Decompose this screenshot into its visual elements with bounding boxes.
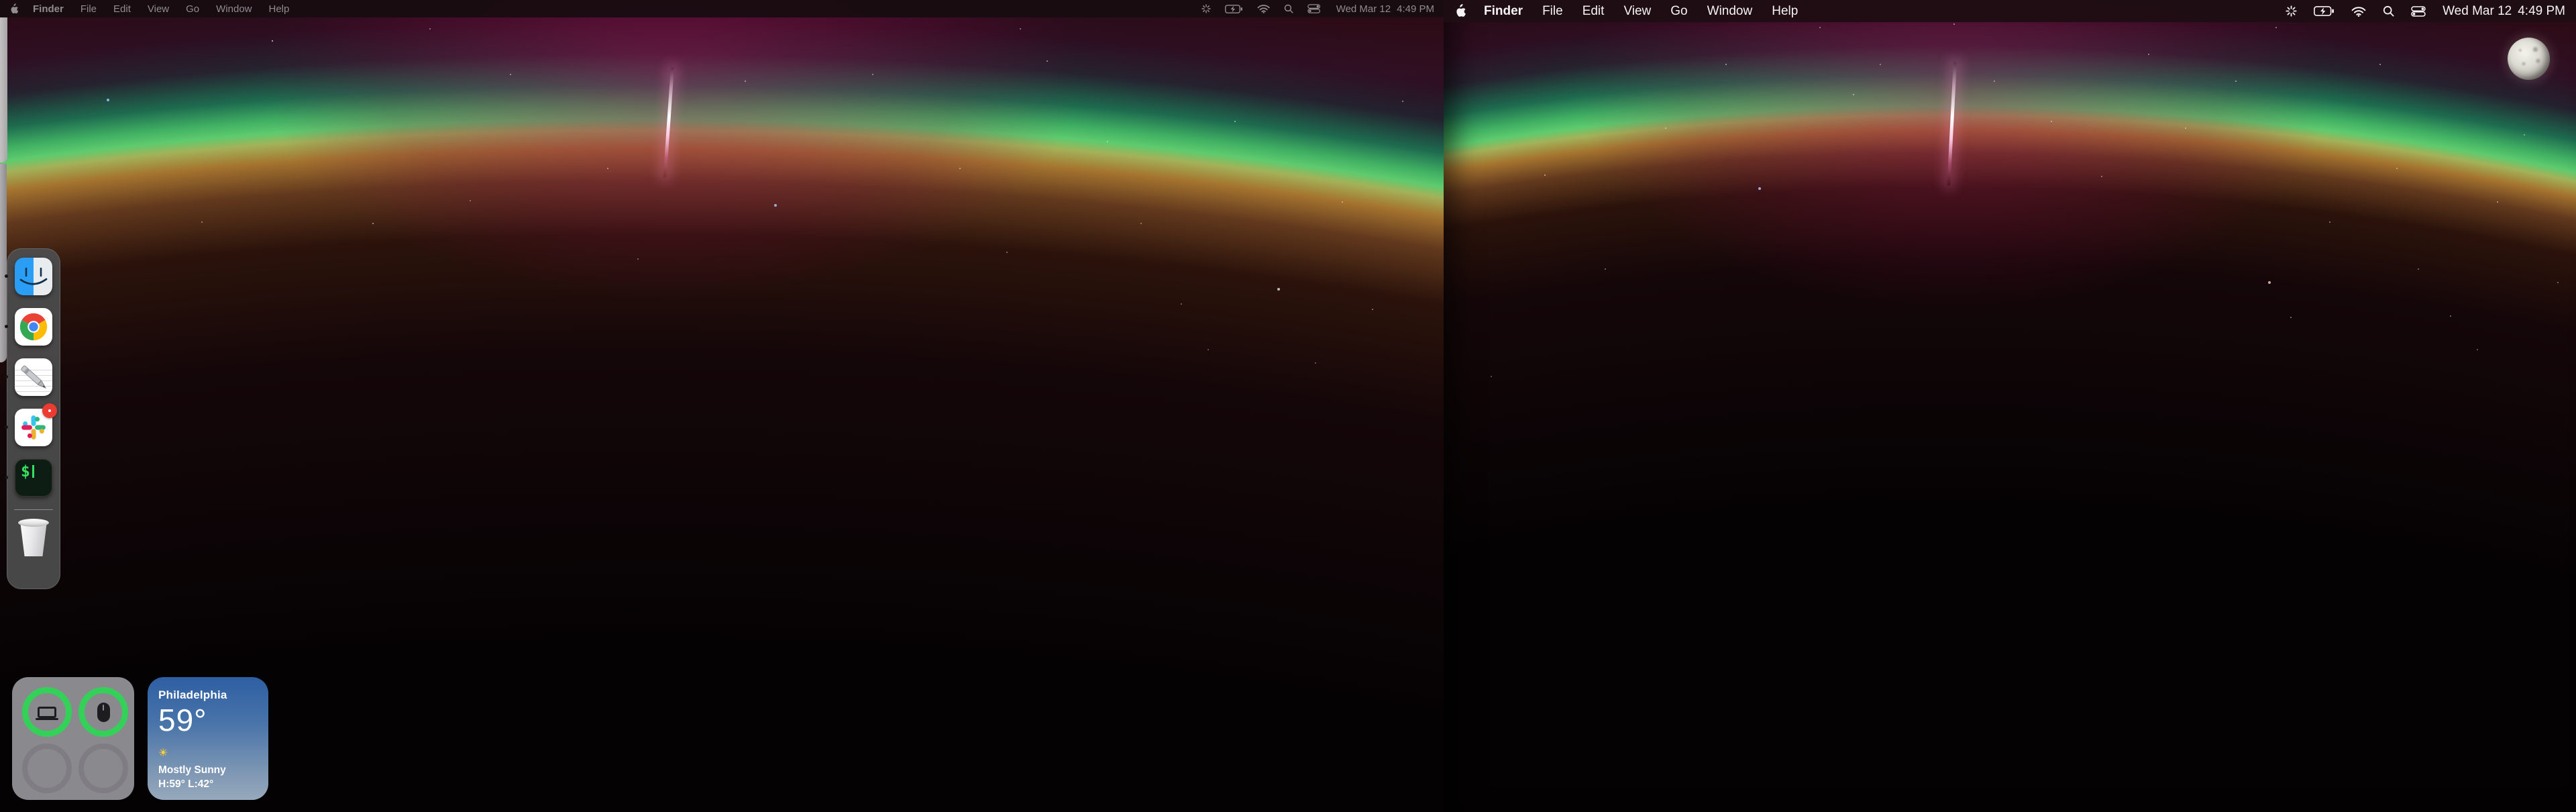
menu-bar-left-display: Finder File Edit View Go Window Help <box>0 0 1444 17</box>
battery-ring-empty <box>78 744 128 793</box>
menu-go[interactable]: Go <box>1670 4 1687 19</box>
wifi-icon[interactable] <box>1257 4 1270 13</box>
dock-item-chrome[interactable] <box>15 308 52 346</box>
battery-ring-laptop <box>22 687 72 737</box>
activity-spinner-icon[interactable] <box>2286 5 2297 17</box>
dock-item-terminal[interactable]: $ <box>15 459 52 497</box>
weather-high-low: H:59° L:42° <box>158 778 258 791</box>
menu-app-name[interactable]: Finder <box>33 3 64 15</box>
menu-window[interactable]: Window <box>216 3 252 15</box>
running-indicator <box>5 325 8 328</box>
menu-file[interactable]: File <box>80 3 97 15</box>
menu-view[interactable]: View <box>1623 4 1651 19</box>
trash-icon-rim <box>18 519 49 527</box>
finder-icon <box>15 258 52 295</box>
offscreen-window-edge[interactable] <box>0 17 7 162</box>
menu-help[interactable]: Help <box>269 3 290 15</box>
running-indicator <box>5 375 8 378</box>
clock-time: 4:49 PM <box>2518 4 2565 19</box>
menu-window[interactable]: Window <box>1707 4 1753 19</box>
aurora-beam <box>663 67 674 178</box>
menu-edit[interactable]: Edit <box>1582 4 1605 19</box>
sun-icon: ☀ <box>158 748 258 759</box>
moon-image <box>2508 38 2550 80</box>
terminal-prompt-text: $ <box>21 463 30 480</box>
weather-widget[interactable]: Philadelphia 59° ☀ Mostly Sunny H:59° L:… <box>148 677 268 800</box>
menu-bar-right-display: Finder File Edit View Go Window Help <box>1444 0 2576 22</box>
dock-item-slack[interactable] <box>15 409 52 446</box>
pen-icon <box>15 358 52 396</box>
menu-edit[interactable]: Edit <box>113 3 131 15</box>
control-center-icon[interactable] <box>1307 4 1320 13</box>
menu-bar-clock[interactable]: Wed Mar 12 4:49 PM <box>2443 4 2565 19</box>
spotlight-search-icon[interactable] <box>1284 4 1293 13</box>
menu-app-name[interactable]: Finder <box>1484 4 1523 19</box>
weather-temperature: 59° <box>158 704 258 736</box>
battery-ring-mouse <box>78 687 128 737</box>
display-left: Finder File Edit View Go Window Help <box>0 0 1444 812</box>
weather-city: Philadelphia <box>158 689 258 702</box>
dock: $ <box>7 248 60 589</box>
trash-icon-body <box>19 523 48 556</box>
activity-spinner-icon[interactable] <box>1201 4 1211 13</box>
control-center-icon[interactable] <box>2411 6 2426 17</box>
clock-date: Wed Mar 12 <box>1336 3 1391 15</box>
menu-go[interactable]: Go <box>186 3 199 15</box>
notes-icon <box>15 358 52 396</box>
menu-file[interactable]: File <box>1542 4 1563 19</box>
wallpaper-aurora <box>1444 0 2576 812</box>
laptop-icon <box>38 707 56 718</box>
menu-view[interactable]: View <box>148 3 169 15</box>
dock-item-trash[interactable] <box>17 519 50 559</box>
slack-notification-badge <box>42 403 57 418</box>
mouse-icon <box>97 703 110 722</box>
apple-menu-icon[interactable] <box>1454 4 1466 18</box>
dock-divider <box>14 509 53 510</box>
running-indicator <box>5 476 8 479</box>
batteries-widget[interactable] <box>12 677 134 800</box>
terminal-cursor <box>32 465 34 478</box>
clock-time: 4:49 PM <box>1397 3 1434 15</box>
wifi-icon[interactable] <box>2351 6 2366 17</box>
battery-charging-icon[interactable] <box>1225 5 1243 13</box>
display-right: Finder File Edit View Go Window Help <box>1444 0 2576 812</box>
aurora-beam <box>1947 62 1957 186</box>
weather-condition: Mostly Sunny <box>158 764 258 776</box>
chrome-icon <box>15 308 52 346</box>
menu-help[interactable]: Help <box>1772 4 1798 19</box>
spotlight-search-icon[interactable] <box>2383 5 2394 17</box>
clock-date: Wed Mar 12 <box>2443 4 2512 19</box>
running-indicator <box>5 274 8 278</box>
dock-item-finder[interactable] <box>15 258 52 295</box>
battery-charging-icon[interactable] <box>2314 6 2334 16</box>
terminal-icon: $ <box>15 459 52 497</box>
menu-bar-clock[interactable]: Wed Mar 12 4:49 PM <box>1336 3 1434 15</box>
apple-menu-icon[interactable] <box>9 3 19 15</box>
dock-item-notes[interactable] <box>15 358 52 396</box>
running-indicator <box>5 425 8 429</box>
offscreen-window-edge-lower[interactable] <box>0 164 7 362</box>
battery-ring-empty <box>22 744 72 793</box>
